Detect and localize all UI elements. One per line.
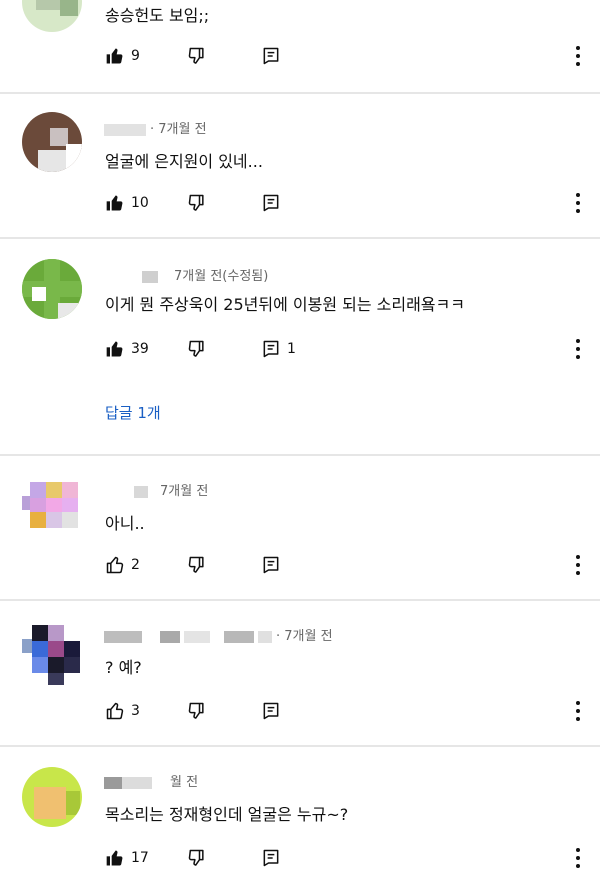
comment-actions: 3 — [105, 699, 585, 723]
like-count: 39 — [131, 341, 149, 357]
more-vert-icon[interactable] — [571, 699, 585, 723]
thumbs-down-outline-icon — [188, 340, 204, 357]
dislike-button[interactable] — [187, 699, 207, 723]
like-count: 2 — [131, 557, 140, 573]
dislike-button[interactable] — [187, 846, 207, 870]
more-vert-icon[interactable] — [571, 44, 585, 68]
reply-count: 1 — [287, 341, 296, 357]
reply-icon — [263, 47, 279, 65]
thumbs-up-outline-icon — [106, 702, 124, 720]
comment-text: 송승헌도 보임;; — [105, 6, 210, 25]
comment-actions: 2 — [105, 553, 585, 577]
thumbs-up-outline-icon — [106, 556, 124, 574]
avatar[interactable] — [22, 625, 82, 685]
comment-actions: 17 — [105, 846, 585, 870]
thumbs-down-outline-icon — [188, 849, 204, 866]
like-button[interactable]: 17 — [105, 846, 149, 870]
like-count: 3 — [131, 703, 140, 719]
like-button[interactable]: 2 — [105, 553, 140, 577]
comment-text: 얼굴에 은지원이 있네... — [105, 152, 263, 171]
thumbs-up-filled-icon — [106, 341, 123, 357]
view-replies-link[interactable]: 답글 1개 — [105, 402, 161, 423]
comment-meta: · 7개월 전 — [104, 118, 207, 137]
reply-button[interactable] — [261, 191, 281, 215]
comment-actions: 39 1 — [105, 337, 585, 361]
avatar[interactable] — [22, 478, 82, 538]
like-button[interactable]: 39 — [105, 337, 149, 361]
thumbs-up-filled-icon — [106, 850, 123, 866]
avatar[interactable] — [22, 767, 82, 827]
avatar[interactable] — [22, 0, 82, 32]
comment-meta: 7개월 전 — [104, 480, 208, 499]
more-vert-icon[interactable] — [571, 337, 585, 361]
like-button[interactable]: 10 — [105, 191, 149, 215]
thumbs-up-filled-icon — [106, 195, 123, 211]
reply-button[interactable] — [261, 846, 281, 870]
like-count: 10 — [131, 195, 149, 211]
more-vert-icon[interactable] — [571, 553, 585, 577]
reply-icon — [263, 702, 279, 720]
comment-meta: · 7개월 전 — [104, 625, 333, 644]
divider — [0, 92, 600, 94]
more-vert-icon[interactable] — [571, 191, 585, 215]
comment-text: 아니.. — [105, 514, 145, 533]
reply-button[interactable] — [261, 553, 281, 577]
divider — [0, 745, 600, 747]
thumbs-down-outline-icon — [188, 194, 204, 211]
comment-text: 목소리는 정재형인데 얼굴은 누규~? — [105, 805, 349, 824]
divider — [0, 454, 600, 456]
thumbs-up-filled-icon — [106, 48, 123, 64]
more-vert-icon[interactable] — [571, 846, 585, 870]
dislike-button[interactable] — [187, 337, 207, 361]
avatar[interactable] — [22, 259, 82, 319]
dislike-button[interactable] — [187, 553, 207, 577]
like-count: 9 — [131, 48, 140, 64]
reply-button[interactable]: 1 — [261, 337, 296, 361]
comment-meta: 7개월 전(수정됨) — [104, 265, 268, 284]
thumbs-down-outline-icon — [188, 556, 204, 573]
divider — [0, 237, 600, 239]
comment-actions: 10 — [105, 191, 585, 215]
thumbs-down-outline-icon — [188, 47, 204, 64]
divider — [0, 599, 600, 601]
reply-icon — [263, 194, 279, 212]
reply-icon — [263, 340, 279, 358]
comment-meta: 월 전 — [104, 771, 198, 790]
like-count: 17 — [131, 850, 149, 866]
thumbs-down-outline-icon — [188, 702, 204, 719]
reply-button[interactable] — [261, 699, 281, 723]
dislike-button[interactable] — [187, 191, 207, 215]
reply-button[interactable] — [261, 44, 281, 68]
reply-icon — [263, 556, 279, 574]
like-button[interactable]: 3 — [105, 699, 140, 723]
avatar[interactable] — [22, 112, 82, 172]
comment-text: 이게 뭔 주상욱이 25년뒤에 이봉원 되는 소리래욬ㅋㅋ — [105, 295, 465, 314]
like-button[interactable]: 9 — [105, 44, 140, 68]
comment-actions: 9 — [105, 44, 585, 68]
reply-icon — [263, 849, 279, 867]
comment-text: ? 예? — [105, 658, 142, 677]
dislike-button[interactable] — [187, 44, 207, 68]
